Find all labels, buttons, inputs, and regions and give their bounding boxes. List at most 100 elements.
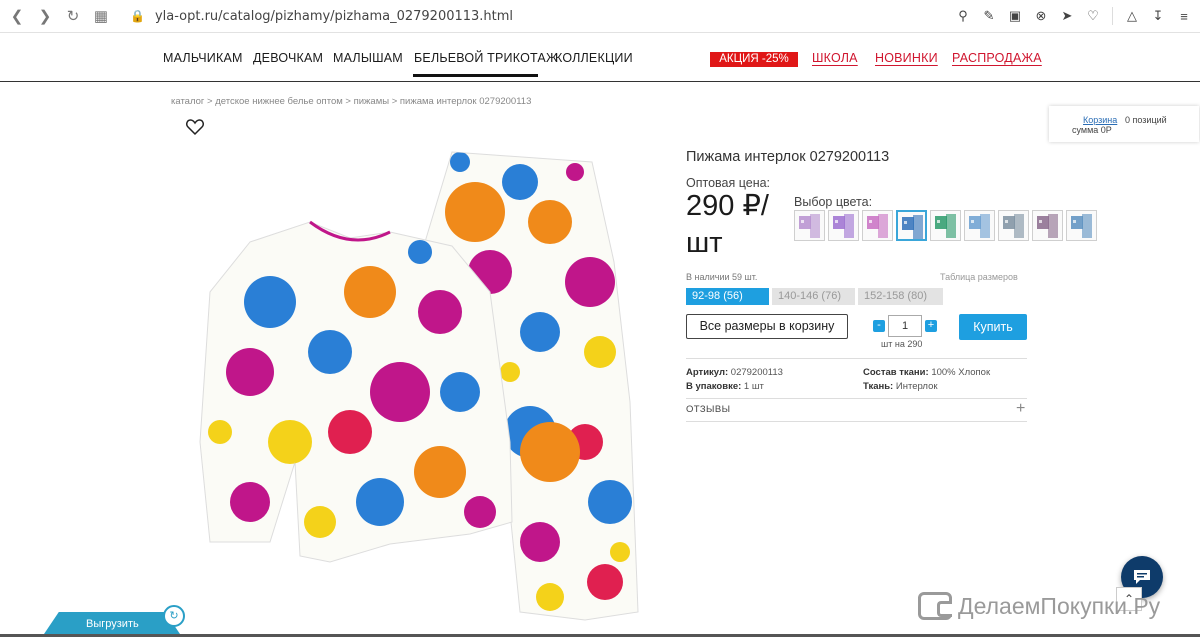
- browser-toolbar: ❮ ❯ ↻ ▦ 🔒 yla-opt.ru/catalog/pizhamy/piz…: [0, 0, 1200, 33]
- color-swatch[interactable]: [930, 210, 961, 241]
- size-option-152-158[interactable]: 152-158 (80): [858, 288, 943, 305]
- wallet-logo-icon: [918, 592, 952, 620]
- decrease-button[interactable]: -: [873, 320, 885, 332]
- nav-babies[interactable]: МАЛЫШАМ: [333, 51, 403, 65]
- quantity-input[interactable]: 1: [888, 315, 922, 337]
- fabric-row: Ткань: Интерлок: [863, 381, 938, 392]
- size-option-140-146[interactable]: 140-146 (76): [772, 288, 855, 305]
- divider: [686, 398, 1027, 399]
- stock-status: В наличии 59 шт.: [686, 272, 758, 282]
- color-swatches: [794, 210, 1097, 241]
- refresh-icon[interactable]: ↻: [163, 605, 185, 627]
- toolbar-divider: [1112, 7, 1113, 25]
- nav-active-indicator: [413, 74, 538, 77]
- cart-positions: 0 позиций: [1125, 115, 1167, 125]
- nav-clearance[interactable]: РАСПРОДАЖА: [952, 51, 1042, 65]
- swatch-thumbnail: [1003, 214, 1024, 238]
- reload-icon[interactable]: ↻: [62, 5, 84, 27]
- swatch-thumbnail: [799, 214, 820, 238]
- swatch-thumbnail: [1071, 214, 1092, 238]
- crumb-separator: >: [207, 96, 213, 107]
- color-swatch[interactable]: [998, 210, 1029, 241]
- composition-label: Состав ткани:: [863, 367, 929, 378]
- composition-row: Состав ткани: 100% Хлопок: [863, 367, 990, 378]
- reviews-section-toggle[interactable]: ОТЗЫВЫ: [686, 404, 730, 415]
- block-icon[interactable]: ⊗: [1031, 6, 1051, 26]
- main-navigation: МАЛЬЧИКАМ ДЕВОЧКАМ МАЛЫШАМ БЕЛЬЕВОЙ ТРИК…: [0, 33, 1200, 82]
- color-select-label: Выбор цвета:: [794, 195, 873, 209]
- product-price: 290 ₽/ шт: [686, 190, 769, 259]
- fabric-value: Интерлок: [895, 381, 938, 392]
- swatch-thumbnail: [1037, 214, 1058, 238]
- crumb-separator: >: [345, 96, 351, 107]
- nav-collections[interactable]: КОЛЛЕКЦИИ: [555, 51, 633, 65]
- pack-row: В упаковке: 1 шт: [686, 381, 764, 392]
- chat-bubble-icon: [1134, 570, 1150, 584]
- cart-sum: сумма 0Р: [1072, 125, 1112, 135]
- fabric-label: Ткань:: [863, 381, 894, 392]
- send-icon[interactable]: ➤: [1057, 6, 1077, 26]
- product-title: Пижама интерлок 0279200113: [686, 149, 890, 165]
- nav-underwear[interactable]: БЕЛЬЕВОЙ ТРИКОТАЖ: [414, 51, 558, 65]
- quantity-stepper: - 1 +: [873, 315, 937, 337]
- color-swatch[interactable]: [794, 210, 825, 241]
- lock-icon: 🔒: [130, 9, 145, 23]
- composition-value: 100% Хлопок: [931, 367, 991, 378]
- pack-label: В упаковке:: [686, 381, 742, 392]
- download-icon[interactable]: ↧: [1148, 6, 1168, 26]
- color-swatch[interactable]: [964, 210, 995, 241]
- url-text[interactable]: yla-opt.ru/catalog/pizhamy/pizhama_02792…: [155, 9, 513, 24]
- forward-icon[interactable]: ❯: [34, 5, 56, 27]
- edit-icon[interactable]: ✎: [979, 6, 999, 26]
- color-swatch[interactable]: [1032, 210, 1063, 241]
- nav-sale-badge[interactable]: АКЦИЯ -25%: [710, 52, 798, 67]
- increase-button[interactable]: +: [925, 320, 937, 332]
- divider: [686, 358, 1027, 359]
- crumb-underwear[interactable]: детское нижнее белье оптом: [215, 96, 343, 107]
- color-swatch[interactable]: [1066, 210, 1097, 241]
- size-option-92-98[interactable]: 92-98 (56): [686, 288, 769, 305]
- breadcrumb: каталог > детское нижнее белье оптом > п…: [171, 96, 531, 107]
- nav-girls[interactable]: ДЕВОЧКАМ: [253, 51, 323, 65]
- nav-school[interactable]: ШКОЛА: [812, 51, 858, 65]
- article-value: 0279200113: [730, 367, 783, 378]
- pajama-shirt: [199, 220, 513, 563]
- article-row: Артикул: 0279200113: [686, 367, 783, 378]
- back-icon[interactable]: ❮: [6, 5, 28, 27]
- crumb-separator: >: [391, 96, 398, 107]
- crumb-current: пижама интерлок 0279200113: [399, 96, 532, 107]
- crumb-catalog[interactable]: каталог: [171, 96, 204, 107]
- nav-new[interactable]: НОВИНКИ: [875, 51, 938, 65]
- cart-link[interactable]: Корзина: [1083, 115, 1117, 125]
- divider: [686, 421, 1027, 422]
- address-bar[interactable]: 🔒 yla-opt.ru/catalog/pizhamy/pizhama_027…: [130, 9, 513, 24]
- swatch-thumbnail: [969, 214, 990, 238]
- color-swatch[interactable]: [896, 210, 927, 241]
- product-photo[interactable]: [190, 142, 640, 622]
- grid-icon[interactable]: ▦: [90, 5, 112, 27]
- buy-button[interactable]: Купить: [959, 314, 1027, 340]
- swatch-thumbnail: [833, 214, 854, 238]
- per-unit-price: шт на 290: [881, 339, 923, 349]
- watermark: ДелаемПокупки.Ру: [918, 592, 1160, 620]
- color-swatch[interactable]: [862, 210, 893, 241]
- swatch-thumbnail: [935, 214, 956, 238]
- size-table-link[interactable]: Таблица размеров: [940, 272, 1018, 282]
- menu-icon[interactable]: ≡: [1174, 6, 1194, 26]
- zoom-icon[interactable]: ⚲: [953, 6, 973, 26]
- nav-boys[interactable]: МАЛЬЧИКАМ: [163, 51, 243, 65]
- box-icon[interactable]: △: [1122, 6, 1142, 26]
- pack-value: 1 шт: [743, 381, 764, 392]
- heart-icon[interactable]: ♡: [1083, 6, 1103, 26]
- camera-icon[interactable]: ▣: [1005, 6, 1025, 26]
- expand-plus-icon[interactable]: +: [1016, 400, 1025, 418]
- swatch-thumbnail: [867, 214, 888, 238]
- color-swatch[interactable]: [828, 210, 859, 241]
- favorite-heart-icon[interactable]: [185, 117, 205, 137]
- article-label: Артикул:: [686, 367, 729, 378]
- crumb-pajamas[interactable]: пижамы: [354, 96, 389, 107]
- browser-tools: ⚲ ✎ ▣ ⊗ ➤ ♡ △ ↧ ≡: [953, 6, 1194, 26]
- cart-widget[interactable]: Корзина 0 позиций сумма 0Р: [1049, 106, 1199, 142]
- size-options: 92-98 (56) 140-146 (76) 152-158 (80): [686, 288, 943, 305]
- add-all-sizes-button[interactable]: Все размеры в корзину: [686, 314, 848, 339]
